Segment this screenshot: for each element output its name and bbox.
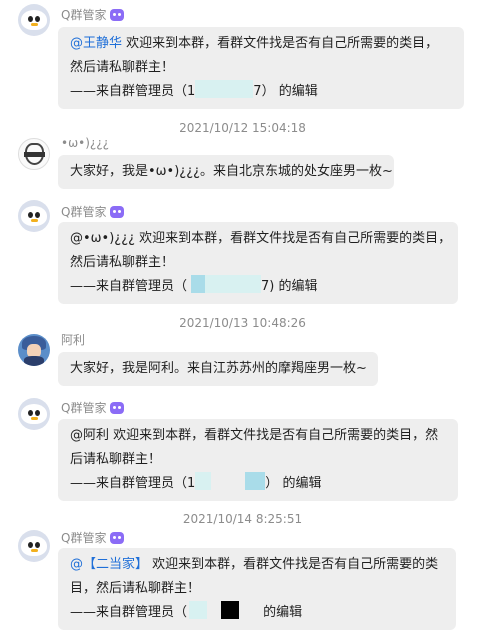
message-line: @王静华 欢迎来到本群，看群文件找是否有自己所需要的类目，	[70, 36, 439, 51]
redaction-mask	[221, 601, 240, 619]
penguin-avatar-icon[interactable]	[18, 4, 50, 36]
message-bubble[interactable]: @•ω•)¿¿¿ 欢迎来到本群，看群文件找是否有自己所需要的类目， 然后请私聊群…	[58, 222, 458, 304]
message-bubble[interactable]: 大家好，我是•ω•)¿¿¿。来自北京东城的处女座男一枚~	[58, 155, 394, 189]
message-line: 然后请私聊群主！	[70, 255, 175, 270]
redaction-mask	[191, 275, 206, 293]
message-bubble[interactable]: @王静华 欢迎来到本群，看群文件找是否有自己所需要的类目， 然后请私聊群主！ —…	[58, 27, 464, 109]
timestamp: 2021/10/12 15:04:18	[179, 121, 306, 135]
admin-signature: ——来自群管理员（1） 的编辑	[70, 472, 446, 496]
message-bubble[interactable]: @阿利 欢迎来到本群，看群文件找是否有自己所需要的类目，然 后请私聊群主！ ——…	[58, 419, 458, 501]
admin-signature: ——来自群管理员（ 的编辑	[70, 601, 444, 625]
message-line: @•ω•)¿¿¿ 欢迎来到本群，看群文件找是否有自己所需要的类目，	[70, 231, 452, 246]
admin-signature: ——来自群管理员（1 7） 的编辑	[70, 80, 452, 104]
redaction-mask	[245, 472, 266, 490]
message-bubble[interactable]: @【二当家】 欢迎来到本群，看群文件找是否有自己所需要的类 目，然后请私聊群主！…	[58, 548, 456, 630]
penguin-avatar-icon[interactable]	[18, 200, 50, 232]
timestamp: 2021/10/13 10:48:26	[179, 316, 306, 330]
robot-badge-icon	[110, 9, 125, 21]
penguin-avatar-icon[interactable]	[18, 530, 50, 562]
message-line: 目，然后请私聊群主！	[70, 581, 201, 596]
chat-history: Q群管家 @王静华 欢迎来到本群，看群文件找是否有自己所需要的类目， 然后请私聊…	[0, 0, 485, 640]
sender-name[interactable]: 阿利	[61, 333, 85, 347]
robot-badge-icon	[110, 532, 125, 544]
timestamp: 2021/10/14 8:25:51	[182, 512, 303, 526]
mention-link[interactable]: @【二当家】	[70, 557, 148, 572]
sender-name[interactable]: •ω•)¿¿¿	[61, 136, 109, 150]
admin-signature: ——来自群管理员（ 7) 的编辑	[70, 275, 446, 299]
robot-badge-icon	[110, 402, 125, 414]
shield-logo-avatar-icon[interactable]	[18, 138, 50, 170]
message-line: @阿利 欢迎来到本群，看群文件找是否有自己所需要的类目，然	[70, 428, 439, 443]
sender-name[interactable]: Q群管家	[61, 531, 125, 545]
mention-link[interactable]: @•ω•)¿¿¿	[70, 231, 135, 246]
anime-character-avatar-icon[interactable]	[18, 334, 50, 366]
robot-badge-icon	[110, 206, 125, 218]
message-bubble[interactable]: 大家好，我是阿利。来自江苏苏州的摩羯座男一枚~	[58, 352, 378, 386]
redaction-mask	[189, 601, 208, 619]
redaction-mask	[205, 275, 262, 293]
mention-link[interactable]: @阿利	[70, 428, 109, 443]
sender-name[interactable]: Q群管家	[61, 401, 125, 415]
message-line: 后请私聊群主！	[70, 452, 162, 467]
penguin-avatar-icon[interactable]	[18, 398, 50, 430]
message-line: 然后请私聊群主！	[70, 60, 175, 75]
mention-link[interactable]: @王静华	[70, 36, 122, 51]
redaction-mask	[195, 472, 212, 490]
sender-name[interactable]: Q群管家	[61, 205, 125, 219]
sender-name[interactable]: Q群管家	[61, 8, 125, 22]
redaction-mask	[195, 80, 254, 98]
message-line: @【二当家】 欢迎来到本群，看群文件找是否有自己所需要的类	[70, 557, 439, 572]
